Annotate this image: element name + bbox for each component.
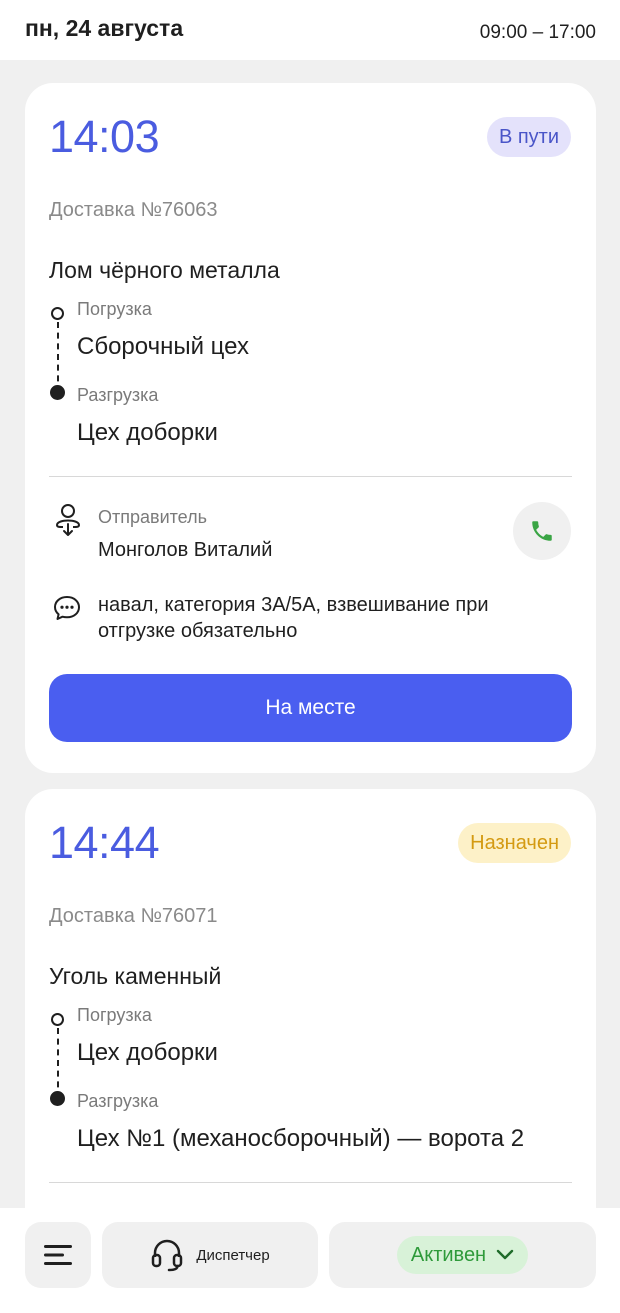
comment-icon (54, 596, 80, 620)
dispatcher-label: Диспетчер (196, 1246, 270, 1264)
route-line (57, 322, 59, 392)
unloading-place: Цех №1 (механосборочный) — ворота 2 (77, 1125, 525, 1152)
order-time: 14:44 (49, 817, 160, 868)
chevron-down-icon (496, 1249, 514, 1260)
unloading-label: Разгрузка (77, 1091, 159, 1111)
loading-point-icon (51, 307, 64, 320)
route: Погрузка Сборочный цех Разгрузка Цех доб… (49, 297, 589, 457)
menu-button[interactable] (25, 1222, 91, 1288)
delivery-number: Доставка №76071 (49, 905, 218, 927)
hamburger-menu-icon (44, 1245, 72, 1265)
sender-icon (56, 504, 81, 536)
divider (49, 476, 572, 477)
loading-point-icon (51, 1013, 64, 1026)
bottom-bar: Диспетчер Активен (0, 1208, 620, 1313)
cargo-type: Лом чёрного металла (49, 257, 280, 283)
order-comment: навал, категория 3А/5А, взвешивание при … (98, 594, 489, 642)
sender-label: Отправитель (98, 507, 207, 527)
order-card[interactable]: 14:44 Назначен Доставка №76071 Уголь кам… (25, 789, 596, 1249)
on-site-button[interactable]: На месте (49, 674, 572, 742)
route-line (57, 1028, 59, 1098)
unloading-place: Цех доборки (77, 419, 218, 446)
loading-label: Погрузка (77, 1005, 152, 1025)
sender-name: Монголов Виталий (98, 539, 273, 561)
loading-place: Цех доборки (77, 1039, 218, 1066)
headset-icon (152, 1239, 183, 1272)
call-button[interactable] (513, 502, 571, 560)
status-badge: В пути (486, 117, 571, 157)
shift-date: пн, 24 августа (25, 14, 184, 41)
loading-label: Погрузка (77, 299, 152, 319)
top-bar: пн, 24 августа 09:00 – 17:00 (0, 0, 620, 60)
phone-icon (532, 521, 552, 541)
unloading-point-icon (50, 385, 65, 400)
status-badge: Назначен (458, 823, 571, 863)
delivery-number: Доставка №76063 (49, 199, 218, 221)
cargo-type: Уголь каменный (49, 963, 222, 989)
order-card[interactable]: 14:03 В пути Доставка №76063 Лом чёрного… (25, 83, 596, 773)
status-label: Активен (410, 1243, 487, 1266)
shift-hours: 09:00 – 17:00 (479, 22, 596, 43)
loading-place: Сборочный цех (77, 333, 249, 360)
unloading-point-icon (50, 1091, 65, 1106)
order-time: 14:03 (49, 111, 160, 162)
status-pill[interactable]: Активен (396, 1236, 529, 1274)
route: Погрузка Цех доборки Разгрузка Цех №1 (м… (49, 1003, 589, 1163)
dispatcher-button[interactable]: Диспетчер (102, 1222, 318, 1288)
unloading-label: Разгрузка (77, 385, 159, 405)
driver-status-selector[interactable]: Активен (329, 1222, 596, 1288)
divider (49, 1182, 572, 1183)
